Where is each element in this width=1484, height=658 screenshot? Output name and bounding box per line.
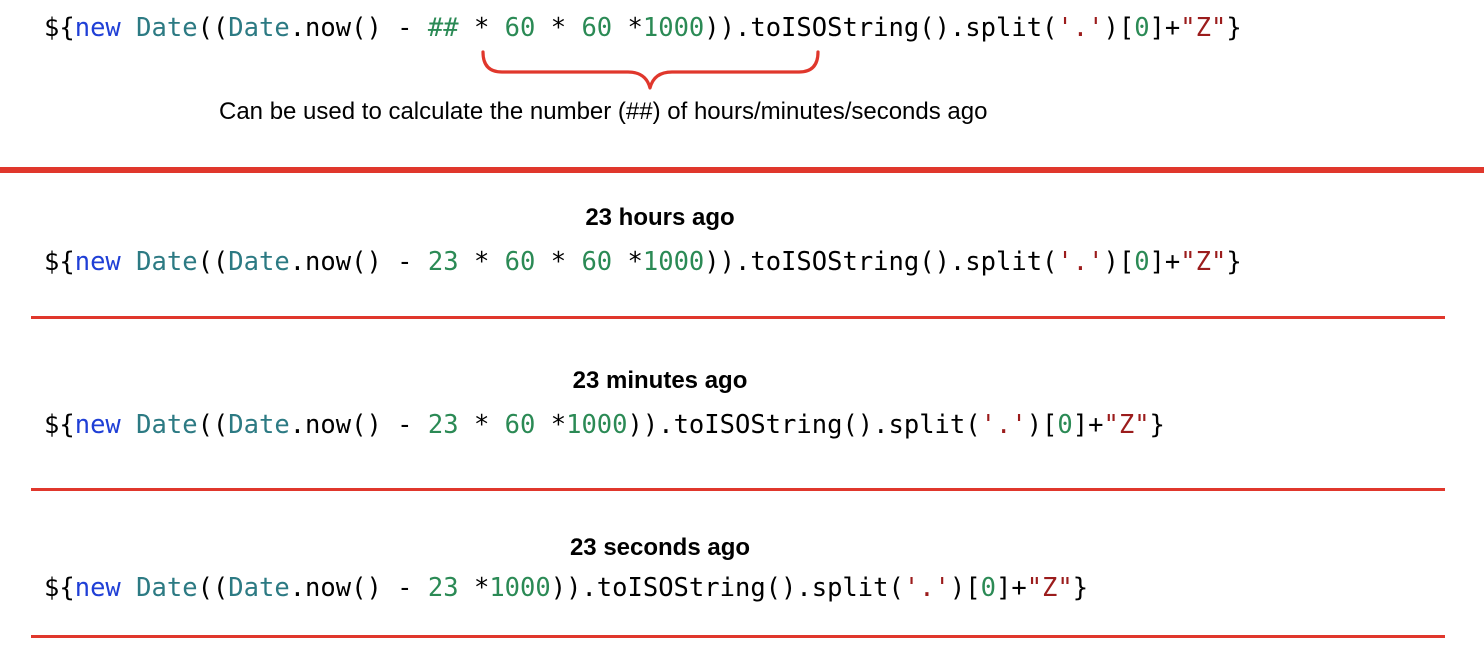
code-token-str: "Z" — [1180, 247, 1227, 277]
code-token-type: Date — [136, 410, 198, 440]
code-token-num: 0 — [980, 573, 996, 603]
code-token-num: 0 — [1134, 247, 1150, 277]
code-token-type: Date — [228, 247, 290, 277]
code-token-plain: } — [1226, 247, 1242, 277]
code-token-plain: ]+ — [1149, 247, 1181, 277]
code-token-str: "Z" — [1026, 573, 1073, 603]
code-token-num: 60 — [581, 13, 613, 43]
example-caption-hours: 23 hours ago — [585, 204, 735, 231]
code-token-num: 1000 — [489, 573, 551, 603]
code-token-num: 0 — [1057, 410, 1073, 440]
code-token-plain: )[ — [1103, 13, 1135, 43]
code-token-plain: * — [612, 247, 643, 277]
example-code-minutes: ${new Date((Date.now() - 23 * 60 *1000))… — [44, 409, 1165, 441]
code-token-type: Date — [228, 13, 290, 43]
code-token-plain: )[ — [1103, 247, 1135, 277]
code-token-type: Date — [136, 247, 198, 277]
curly-brace-icon — [481, 50, 820, 90]
code-token-plain: )).toISOString().split( — [704, 247, 1058, 277]
code-token-str: '.' — [1057, 13, 1104, 43]
code-token-num: 60 — [504, 410, 536, 440]
code-token-str: '.' — [903, 573, 950, 603]
example-caption-seconds: 23 seconds ago — [569, 534, 751, 561]
code-token-plain: )).toISOString().split( — [627, 410, 981, 440]
code-token-num: 1000 — [642, 247, 705, 277]
code-token-plain: } — [1226, 13, 1242, 43]
code-token-plain: ${ — [44, 573, 75, 603]
code-token-kw: new — [74, 573, 121, 603]
code-token-plain: .now() - — [289, 13, 428, 43]
code-token-plain: * — [535, 13, 582, 43]
code-token-type: Date — [136, 573, 198, 603]
code-token-plain: * — [535, 410, 567, 440]
code-token-plain: (( — [197, 13, 229, 43]
code-token-kw: new — [74, 410, 121, 440]
code-token-num: 23 — [427, 573, 459, 603]
code-token-str: "Z" — [1103, 410, 1150, 440]
code-token-type: Date — [228, 410, 290, 440]
example-caption-minutes: 23 minutes ago — [572, 367, 748, 394]
code-token-str: "Z" — [1180, 13, 1227, 43]
code-token-num: 60 — [581, 247, 613, 277]
code-token-plain: .now() - — [289, 573, 428, 603]
code-token-plain: )).toISOString().split( — [550, 573, 904, 603]
code-token-plain: * — [612, 13, 643, 43]
code-token-plain: * — [458, 247, 505, 277]
example-code-hours: ${new Date((Date.now() - 23 * 60 * 60 *1… — [44, 246, 1242, 278]
code-token-plain: ]+ — [995, 573, 1027, 603]
code-token-plain: * — [458, 410, 505, 440]
code-token-plain: (( — [197, 410, 229, 440]
code-token-plain: )[ — [949, 573, 981, 603]
code-token-num: 23 — [427, 247, 459, 277]
code-token-plain: (( — [197, 573, 229, 603]
code-token-plain: .now() - — [289, 247, 428, 277]
code-token-num: 0 — [1134, 13, 1150, 43]
code-token-num: 60 — [504, 13, 536, 43]
code-token-plain: * — [458, 13, 505, 43]
example-code-seconds: ${new Date((Date.now() - 23 *1000)).toIS… — [44, 572, 1088, 604]
code-token-plain: ${ — [44, 247, 75, 277]
code-token-plain: .now() - — [289, 410, 428, 440]
example-divider — [31, 635, 1445, 638]
template-code-line: ${new Date((Date.now() - ## * 60 * 60 *1… — [44, 12, 1242, 44]
example-divider — [31, 488, 1445, 491]
code-token-type: Date — [228, 573, 290, 603]
code-token-num: 60 — [504, 247, 536, 277]
code-token-plain: ${ — [44, 13, 75, 43]
code-token-plain: )).toISOString().split( — [704, 13, 1058, 43]
code-token-kw: new — [74, 13, 121, 43]
code-token-plain: ]+ — [1149, 13, 1181, 43]
code-token-num: ## — [427, 13, 459, 43]
template-caption: Can be used to calculate the number (##)… — [219, 98, 988, 125]
section-divider — [0, 167, 1484, 173]
example-divider — [31, 316, 1445, 319]
code-token-num: 1000 — [566, 410, 628, 440]
code-token-plain: ]+ — [1072, 410, 1104, 440]
code-token-plain: * — [458, 573, 490, 603]
code-token-plain: (( — [197, 247, 229, 277]
code-token-plain: } — [1072, 573, 1089, 603]
code-token-num: 23 — [427, 410, 459, 440]
code-token-str: '.' — [1057, 247, 1104, 277]
code-token-plain: )[ — [1026, 410, 1058, 440]
code-token-plain: } — [1149, 410, 1165, 440]
code-token-num: 1000 — [642, 13, 705, 43]
code-token-plain: * — [535, 247, 582, 277]
code-token-type: Date — [136, 13, 198, 43]
code-token-plain: ${ — [44, 410, 75, 440]
code-token-str: '.' — [980, 410, 1027, 440]
code-token-kw: new — [74, 247, 121, 277]
